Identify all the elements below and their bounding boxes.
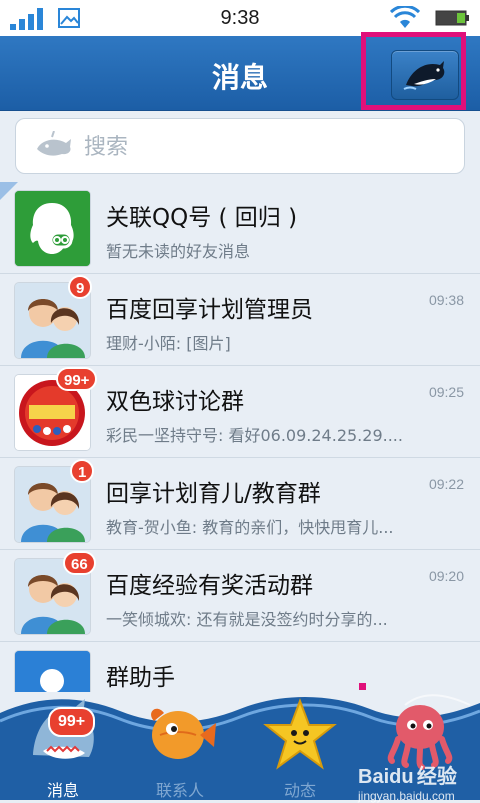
list-item[interactable]: 99+ 双色球讨论群 09:25 彩民一坚持守号: 看好06.09.24.25.… — [0, 366, 480, 458]
search-fish-icon — [37, 131, 71, 156]
conversation-time: 09:20 — [428, 568, 464, 584]
search-bar[interactable] — [15, 118, 465, 174]
conversation-time: 09:22 — [428, 476, 464, 492]
tab-activity[interactable]: 动态 — [245, 693, 355, 800]
conversation-name: 百度经验有奖活动群 — [106, 573, 313, 599]
list-item[interactable]: 1 回享计划育儿/教育群 09:22 教育-贺小鱼: 教育的亲们，快快甩育儿..… — [0, 458, 480, 550]
list-item[interactable]: 66 百度经验有奖活动群 09:20 一笑倾城欢: 还有就是没签约时分享的... — [0, 550, 480, 642]
qq-link-icon — [15, 191, 90, 266]
wifi-icon — [390, 6, 420, 28]
conversation-name: 回享计划育儿/教育群 — [106, 481, 321, 507]
conversation-name: 双色球讨论群 — [106, 389, 244, 415]
conversation-list: 关联QQ号 ( 回归 ) 暂无未读的好友消息 9 百度回享计划管理员 09:38… — [0, 182, 480, 692]
tab-label: 动态 — [283, 781, 316, 800]
watermark: Baidu 经验 jingyan.baidu.com — [358, 760, 457, 803]
list-item[interactable]: 关联QQ号 ( 回归 ) 暂无未读的好友消息 — [0, 182, 480, 274]
watermark-brand-mark: du — [389, 766, 414, 788]
conversation-preview: 彩民一坚持守号: 看好06.09.24.25.29.... — [106, 426, 403, 445]
conversation-name: 关联QQ号 ( 回归 ) — [106, 205, 298, 231]
watermark-brand: Bai — [358, 766, 390, 788]
avatar — [15, 191, 90, 266]
unread-badge: 66 — [63, 551, 96, 575]
tab-label: 联系人 — [155, 781, 204, 800]
conversation-name: 百度回享计划管理员 — [106, 297, 313, 323]
watermark-cn: 经验 — [416, 766, 457, 788]
starfish-icon — [263, 698, 337, 770]
conversation-preview: 理财-小陌: [图片] — [106, 334, 231, 353]
tab-label: 消息 — [46, 781, 79, 800]
conversation-time: 09:38 — [428, 292, 464, 308]
conversation-preview: 教育-贺小鱼: 教育的亲们，快快甩育儿... — [106, 518, 394, 537]
unread-badge: 99+ — [56, 367, 98, 391]
conversation-preview: 暂无未读的好友消息 — [106, 242, 251, 261]
unread-badge: 1 — [70, 459, 95, 483]
tab-contacts[interactable]: 联系人 — [125, 693, 235, 800]
battery-icon — [435, 10, 469, 26]
conversation-time: 09:25 — [428, 384, 464, 400]
highlight-annotation — [361, 32, 466, 110]
tab-messages[interactable]: 99+ 消息 — [8, 693, 118, 800]
watermark-url: jingyan.baidu.com — [358, 789, 455, 803]
list-item[interactable]: 9 百度回享计划管理员 09:38 理财-小陌: [图片] — [0, 274, 480, 366]
status-bar: 9:38 — [0, 0, 480, 36]
fish-icon — [151, 708, 216, 759]
tab-unread-badge: 99+ — [48, 707, 96, 737]
conversation-preview: 一笑倾城欢: 还有就是没签约时分享的... — [106, 610, 388, 629]
search-input[interactable] — [82, 129, 446, 165]
